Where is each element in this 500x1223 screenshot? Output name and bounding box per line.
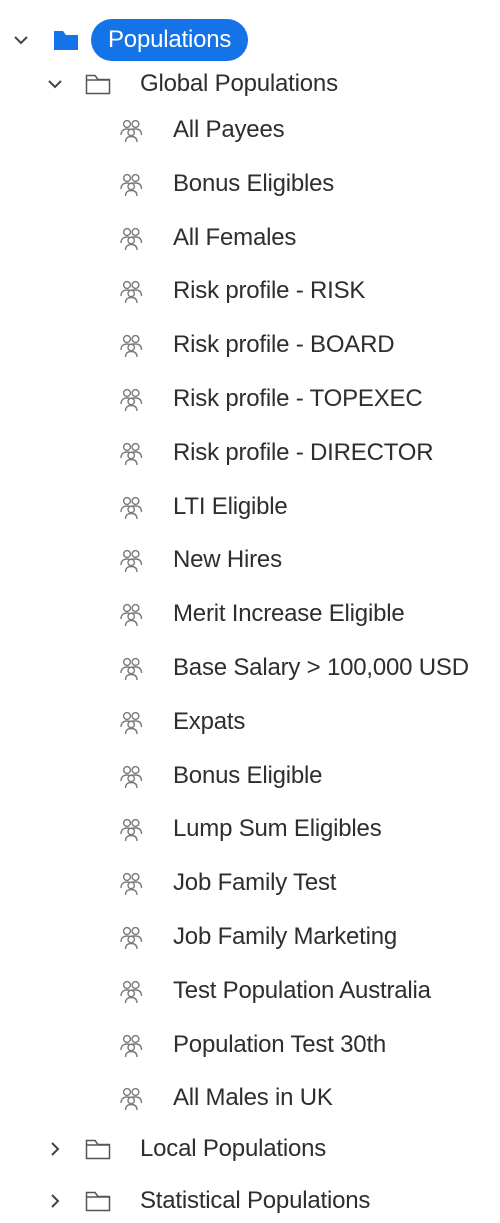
population-icon	[117, 654, 145, 682]
tree-node-local-populations[interactable]: Local Populations	[0, 1129, 500, 1169]
tree-node-label[interactable]: Global Populations	[140, 64, 338, 104]
population-item[interactable]: Job Family Marketing	[0, 917, 500, 957]
tree-node-populations[interactable]: Populations	[0, 19, 500, 61]
population-label[interactable]: Risk profile - TOPEXEC	[173, 379, 423, 419]
population-label[interactable]: All Females	[173, 218, 296, 258]
population-label[interactable]: Merit Increase Eligible	[173, 594, 405, 634]
population-item[interactable]: LTI Eligible	[0, 487, 500, 527]
folder-outline-icon	[83, 72, 113, 96]
population-icon	[117, 277, 145, 305]
population-item[interactable]: Population Test 30th	[0, 1025, 500, 1065]
population-tree: Populations Global Populations All Payee…	[0, 0, 500, 1223]
population-item[interactable]: All Payees	[0, 110, 500, 150]
population-label[interactable]: New Hires	[173, 540, 282, 580]
population-item[interactable]: All Females	[0, 218, 500, 258]
population-icon	[117, 170, 145, 198]
population-item[interactable]: All Males in UK	[0, 1078, 500, 1118]
folder-outline-icon	[83, 1189, 113, 1213]
population-label[interactable]: All Payees	[173, 110, 285, 150]
population-item[interactable]: Risk profile - TOPEXEC	[0, 379, 500, 419]
population-icon	[117, 1084, 145, 1112]
population-icon	[117, 546, 145, 574]
folder-outline-icon	[83, 1137, 113, 1161]
population-icon	[117, 762, 145, 790]
population-item[interactable]: Risk profile - RISK	[0, 271, 500, 311]
population-label[interactable]: Risk profile - BOARD	[173, 325, 395, 365]
population-item[interactable]: Risk profile - DIRECTOR	[0, 433, 500, 473]
population-item[interactable]: New Hires	[0, 540, 500, 580]
population-item[interactable]: Expats	[0, 702, 500, 742]
population-item[interactable]: Bonus Eligible	[0, 756, 500, 796]
population-label[interactable]: Bonus Eligibles	[173, 164, 334, 204]
population-label[interactable]: Population Test 30th	[173, 1025, 386, 1065]
population-label[interactable]: Job Family Test	[173, 863, 336, 903]
population-label[interactable]: Bonus Eligible	[173, 756, 323, 796]
population-label[interactable]: Job Family Marketing	[173, 917, 397, 957]
population-item[interactable]: Bonus Eligibles	[0, 164, 500, 204]
population-icon	[117, 923, 145, 951]
chevron-right-icon[interactable]	[45, 1139, 65, 1159]
population-label[interactable]: LTI Eligible	[173, 487, 288, 527]
chevron-down-icon[interactable]	[45, 74, 65, 94]
population-label[interactable]: Test Population Australia	[173, 971, 431, 1011]
population-item[interactable]: Merit Increase Eligible	[0, 594, 500, 634]
population-icon	[117, 600, 145, 628]
folder-filled-icon	[51, 28, 81, 52]
population-item[interactable]: Job Family Test	[0, 863, 500, 903]
population-label[interactable]: Lump Sum Eligibles	[173, 809, 382, 849]
tree-node-statistical-populations[interactable]: Statistical Populations	[0, 1181, 500, 1221]
population-icon	[117, 869, 145, 897]
population-item[interactable]: Lump Sum Eligibles	[0, 809, 500, 849]
tree-node-label[interactable]: Statistical Populations	[140, 1181, 370, 1221]
population-label[interactable]: Base Salary > 100,000 USD	[173, 648, 469, 688]
population-icon	[117, 493, 145, 521]
tree-node-global-populations[interactable]: Global Populations	[0, 64, 500, 104]
chevron-down-icon[interactable]	[11, 30, 31, 50]
population-item[interactable]: Risk profile - BOARD	[0, 325, 500, 365]
population-icon	[117, 385, 145, 413]
population-icon	[117, 708, 145, 736]
population-item[interactable]: Base Salary > 100,000 USD	[0, 648, 500, 688]
population-label[interactable]: Risk profile - DIRECTOR	[173, 433, 434, 473]
population-icon	[117, 116, 145, 144]
population-icon	[117, 439, 145, 467]
population-icon	[117, 331, 145, 359]
tree-node-label-selected[interactable]: Populations	[91, 19, 249, 61]
population-label[interactable]: Risk profile - RISK	[173, 271, 365, 311]
population-label[interactable]: Expats	[173, 702, 245, 742]
population-label[interactable]: All Males in UK	[173, 1078, 333, 1118]
chevron-right-icon[interactable]	[45, 1191, 65, 1211]
population-icon	[117, 815, 145, 843]
population-item[interactable]: Test Population Australia	[0, 971, 500, 1011]
population-icon	[117, 977, 145, 1005]
population-icon	[117, 224, 145, 252]
tree-node-label[interactable]: Local Populations	[140, 1129, 326, 1169]
population-icon	[117, 1031, 145, 1059]
